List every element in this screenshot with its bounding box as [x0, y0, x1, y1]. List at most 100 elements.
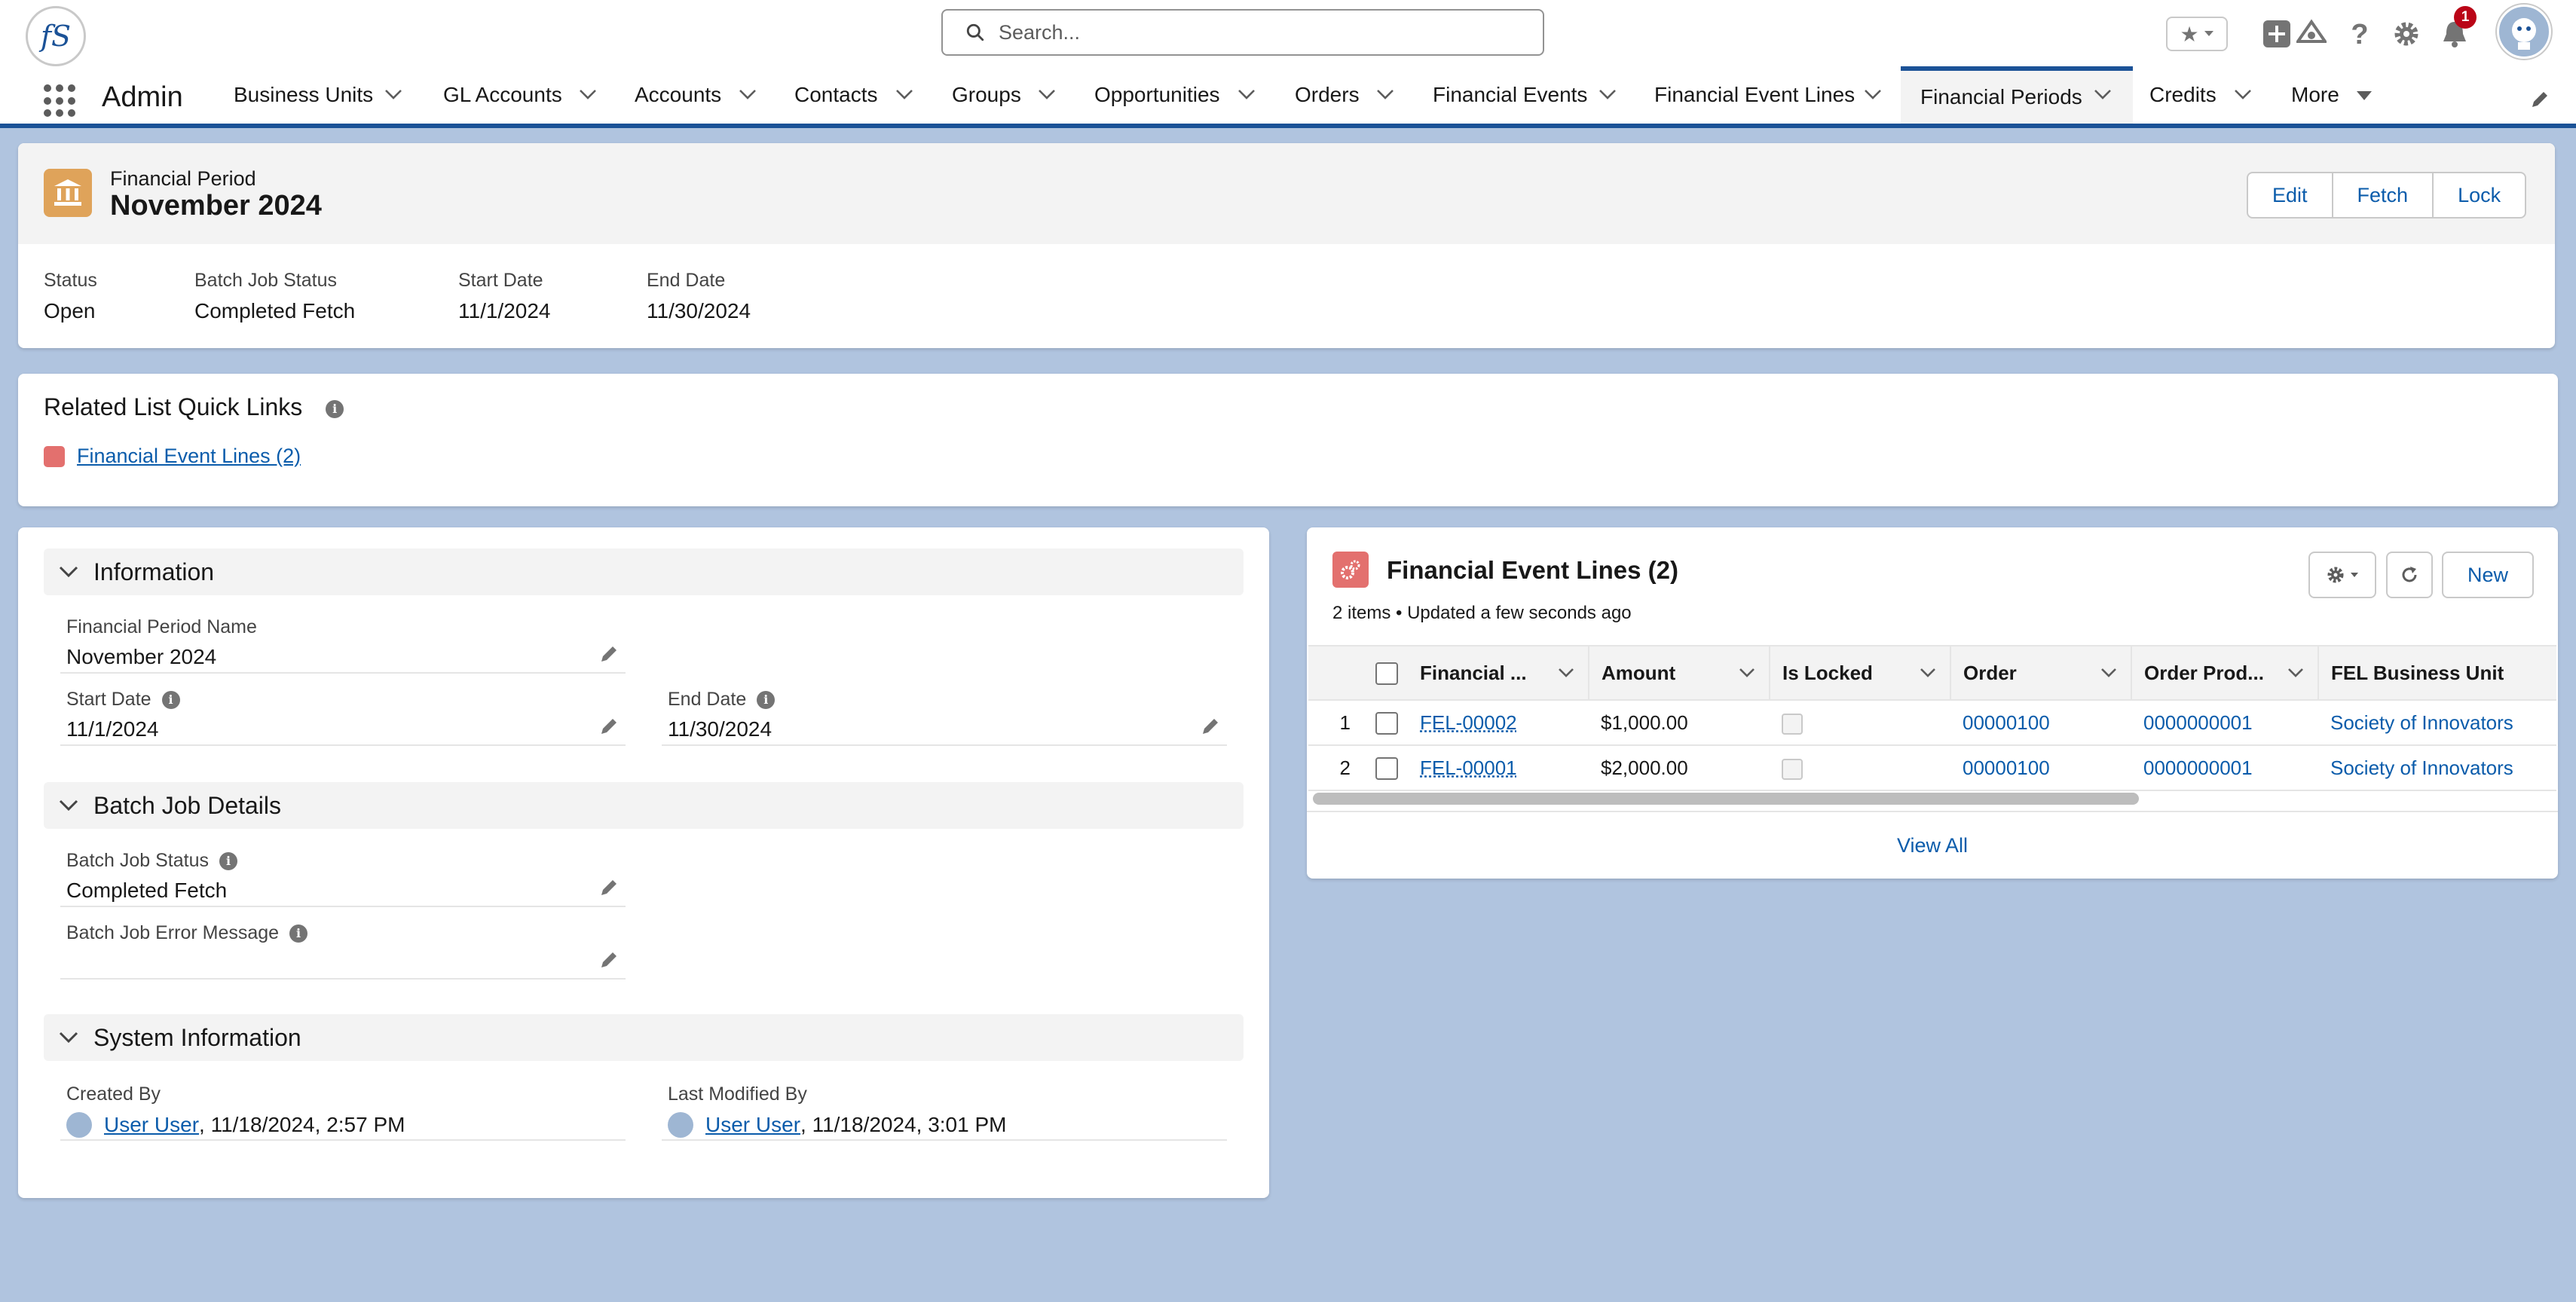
- chevron-down-icon[interactable]: [1920, 668, 1936, 678]
- quick-link-financial-event-lines[interactable]: Financial Event Lines (2): [44, 445, 301, 468]
- view-all-footer: View All: [1307, 811, 2558, 879]
- highlight-status: Status Open: [44, 270, 97, 323]
- section-information-header[interactable]: Information: [44, 549, 1244, 595]
- created-by-user-link[interactable]: User User: [104, 1113, 199, 1137]
- user-avatar[interactable]: [2497, 5, 2551, 59]
- info-icon[interactable]: i: [757, 690, 776, 709]
- quick-link-text[interactable]: Financial Event Lines (2): [77, 445, 301, 468]
- horizontal-scrollbar[interactable]: [1313, 793, 2139, 805]
- financial-event-line-link[interactable]: FEL-00002: [1420, 711, 1517, 734]
- nav-tab-contacts[interactable]: Contacts: [794, 66, 922, 124]
- edit-pencil-icon[interactable]: [598, 716, 620, 737]
- chevron-down-icon[interactable]: [579, 89, 597, 99]
- field-financial-period-name: Financial Period Name November 2024: [60, 616, 626, 674]
- chevron-down-icon[interactable]: [2094, 89, 2112, 99]
- edit-pencil-icon[interactable]: [598, 949, 620, 970]
- new-button[interactable]: New: [2442, 552, 2534, 598]
- cell-order: 00000100: [1950, 745, 2131, 791]
- order-link[interactable]: 00000100: [1963, 711, 2050, 734]
- quick-links-title-text: Related List Quick Links: [44, 393, 303, 420]
- column-header-fel-business-unit[interactable]: FEL Business Unit: [2317, 645, 2556, 701]
- section-batch-job-details-header[interactable]: Batch Job Details: [44, 782, 1244, 829]
- business-unit-link[interactable]: Society of Innovators: [2330, 756, 2513, 779]
- chevron-down-icon[interactable]: [1864, 89, 1882, 99]
- nav-tab-accounts[interactable]: Accounts: [635, 66, 763, 124]
- nav-tab-financial-periods[interactable]: Financial Periods: [1901, 66, 2133, 124]
- column-header-order-product[interactable]: Order Prod...: [2131, 645, 2318, 701]
- record-header: Financial Period November 2024 Edit Fetc…: [18, 143, 2555, 244]
- info-icon[interactable]: i: [289, 924, 308, 943]
- column-header-amount[interactable]: Amount: [1588, 645, 1770, 701]
- order-link[interactable]: 00000100: [1963, 756, 2050, 779]
- nav-tab-opportunities[interactable]: Opportunities: [1094, 66, 1268, 124]
- chevron-down-icon[interactable]: [384, 89, 402, 99]
- trailhead-icon[interactable]: [2296, 18, 2327, 50]
- lock-button[interactable]: Lock: [2432, 172, 2527, 219]
- nav-tab-financial-event-lines[interactable]: Financial Event Lines: [1654, 66, 1895, 124]
- chevron-down-icon[interactable]: [2100, 668, 2117, 678]
- section-system-information-header[interactable]: System Information: [44, 1014, 1244, 1061]
- caret-down-icon: [2357, 91, 2372, 100]
- chevron-down-icon[interactable]: [2287, 668, 2304, 678]
- chevron-down-icon[interactable]: [2234, 89, 2252, 99]
- global-search-input[interactable]: Search...: [941, 9, 1544, 56]
- chevron-down-icon[interactable]: [895, 89, 913, 99]
- info-icon[interactable]: i: [219, 851, 238, 870]
- row-select-cell: [1366, 700, 1408, 746]
- edit-pencil-icon[interactable]: [1200, 716, 1221, 737]
- cell-order-product: 0000000001: [2131, 700, 2318, 746]
- column-label: Financial ...: [1420, 661, 1527, 684]
- column-header-is-locked[interactable]: Is Locked: [1769, 645, 1950, 701]
- nav-tab-label: Credits: [2149, 83, 2217, 106]
- nav-tab-label: Business Units: [234, 83, 374, 106]
- nav-tab-label: Opportunities: [1094, 83, 1220, 106]
- nav-tab-financial-events[interactable]: Financial Events: [1433, 66, 1621, 124]
- nav-more-menu[interactable]: More: [2291, 66, 2389, 124]
- chevron-down-icon[interactable]: [739, 89, 757, 99]
- cell-amount: $2,000.00: [1589, 745, 1770, 791]
- edit-button[interactable]: Edit: [2247, 172, 2333, 219]
- info-icon[interactable]: i: [326, 399, 344, 418]
- edit-pencil-icon[interactable]: [598, 643, 620, 665]
- chevron-down-icon[interactable]: [1038, 89, 1056, 99]
- refresh-button[interactable]: [2386, 552, 2433, 598]
- app-launcher-icon[interactable]: [44, 84, 77, 118]
- chevron-down-icon[interactable]: [1739, 668, 1755, 678]
- info-icon[interactable]: i: [161, 690, 180, 709]
- chevron-down-icon: [59, 566, 78, 578]
- column-label: Order Prod...: [2144, 661, 2264, 684]
- nav-tab-business-units[interactable]: Business Units: [234, 66, 415, 124]
- modified-by-user-link[interactable]: User User: [705, 1113, 800, 1137]
- order-product-link[interactable]: 0000000001: [2143, 756, 2253, 779]
- global-actions-add-icon[interactable]: [2261, 18, 2293, 50]
- row-checkbox[interactable]: [1375, 712, 1398, 735]
- edit-nav-pencil-icon[interactable]: [2529, 89, 2550, 110]
- nav-tab-groups[interactable]: Groups: [952, 66, 1065, 124]
- related-list-title[interactable]: Financial Event Lines (2): [1387, 556, 1678, 585]
- help-icon[interactable]: ?: [2344, 18, 2376, 50]
- fetch-button[interactable]: Fetch: [2331, 172, 2434, 219]
- field-created-by: Created By User User , 11/18/2024, 2:57 …: [60, 1083, 626, 1141]
- nav-tab-credits[interactable]: Credits: [2149, 66, 2255, 124]
- field-label-text: Created By: [66, 1083, 161, 1105]
- column-header-order[interactable]: Order: [1950, 645, 2131, 701]
- table-row: 1 FEL-00002 $1,000.00 00000100 000000000…: [1308, 700, 2556, 746]
- setup-gear-icon[interactable]: [2391, 18, 2422, 50]
- list-settings-button[interactable]: [2308, 552, 2376, 598]
- chevron-down-icon[interactable]: [1238, 89, 1256, 99]
- chevron-down-icon[interactable]: [1599, 89, 1617, 99]
- org-logo[interactable]: fS: [26, 6, 86, 66]
- edit-pencil-icon[interactable]: [598, 877, 620, 898]
- nav-tab-orders[interactable]: Orders: [1295, 66, 1400, 124]
- financial-event-line-link[interactable]: FEL-00001: [1420, 756, 1517, 779]
- chevron-down-icon[interactable]: [1376, 89, 1394, 99]
- chevron-down-icon[interactable]: [1558, 668, 1574, 678]
- view-all-link[interactable]: View All: [1897, 834, 1968, 857]
- column-header-financial-event-line[interactable]: Financial ...: [1408, 645, 1589, 701]
- select-all-checkbox[interactable]: [1375, 662, 1398, 686]
- order-product-link[interactable]: 0000000001: [2143, 711, 2253, 734]
- row-checkbox[interactable]: [1375, 757, 1398, 781]
- nav-tab-gl-accounts[interactable]: GL Accounts: [443, 66, 601, 124]
- favorites-button[interactable]: ★: [2166, 17, 2228, 51]
- business-unit-link[interactable]: Society of Innovators: [2330, 711, 2513, 734]
